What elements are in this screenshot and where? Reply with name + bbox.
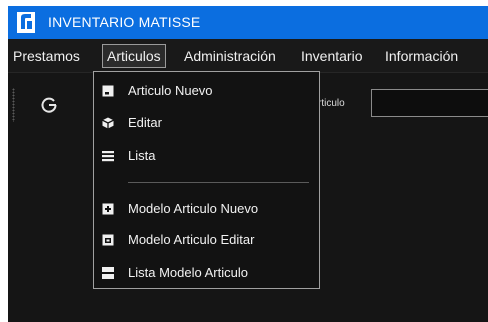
menu-item-label: Modelo Articulo Editar bbox=[128, 232, 255, 247]
menu-item-label: Articulo Nuevo bbox=[128, 83, 213, 98]
menu-item-lista-modelo-articulo[interactable]: Lista Modelo Articulo bbox=[94, 260, 319, 288]
menu-item-label: Lista bbox=[128, 148, 156, 163]
add-box-icon bbox=[102, 203, 114, 215]
list-box-icon bbox=[102, 267, 114, 279]
edit-box-icon bbox=[102, 234, 114, 246]
list-icon bbox=[102, 151, 114, 162]
toolbar-grip-handle[interactable] bbox=[12, 88, 15, 122]
new-item-icon bbox=[102, 85, 114, 97]
menu-item-label: Editar bbox=[128, 115, 162, 130]
cube-icon bbox=[102, 117, 114, 129]
title-bar: INVENTARIO MATISSE bbox=[8, 6, 488, 39]
search-input[interactable] bbox=[371, 89, 488, 117]
search-label: rticulo bbox=[318, 98, 345, 109]
articulos-dropdown-menu: Articulo Nuevo Editar Lista Modelo Artic… bbox=[93, 71, 320, 289]
menu-item-articulo-nuevo[interactable]: Articulo Nuevo bbox=[94, 78, 319, 106]
menu-item-editar[interactable]: Editar bbox=[94, 110, 319, 138]
menu-item-label: Lista Modelo Articulo bbox=[128, 265, 248, 280]
menu-informacion[interactable]: Información bbox=[380, 44, 463, 68]
menu-separator bbox=[128, 182, 309, 183]
menu-item-lista[interactable]: Lista bbox=[94, 143, 319, 171]
menu-item-label: Modelo Articulo Nuevo bbox=[128, 201, 259, 216]
window-title: INVENTARIO MATISSE bbox=[48, 14, 201, 30]
app-logo-icon bbox=[17, 12, 35, 33]
menu-bar: Prestamos Articulos Administración Inven… bbox=[8, 39, 488, 73]
menu-inventario[interactable]: Inventario bbox=[296, 44, 367, 68]
menu-articulos[interactable]: Articulos bbox=[102, 44, 166, 68]
menu-item-modelo-articulo-nuevo[interactable]: Modelo Articulo Nuevo bbox=[94, 196, 319, 224]
menu-administracion[interactable]: Administración bbox=[179, 44, 281, 68]
menu-item-modelo-articulo-editar[interactable]: Modelo Articulo Editar bbox=[94, 227, 319, 255]
menu-prestamos[interactable]: Prestamos bbox=[8, 44, 85, 68]
refresh-icon[interactable] bbox=[40, 96, 58, 114]
